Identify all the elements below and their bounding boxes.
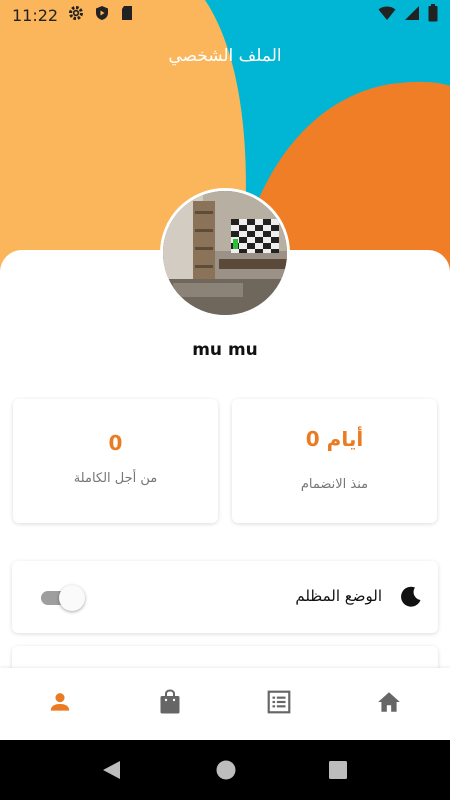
home-circle-icon[interactable] xyxy=(215,759,237,785)
bottom-navigation xyxy=(0,668,450,740)
nav-home[interactable] xyxy=(373,688,405,720)
stat-label: منذ الانضمام xyxy=(300,477,369,492)
stat-value: 0 أيام xyxy=(305,427,364,451)
nav-shop[interactable] xyxy=(154,688,186,720)
system-navigation-bar xyxy=(0,740,450,800)
wifi-icon xyxy=(378,5,396,25)
page-title: الملف الشخصي xyxy=(168,46,282,66)
home-icon xyxy=(376,689,402,719)
stat-label: من أجل الكاملة xyxy=(73,471,158,486)
status-time: 11:22 xyxy=(12,5,59,25)
moon-icon xyxy=(400,586,422,612)
dark-mode-toggle[interactable] xyxy=(41,585,89,611)
dark-mode-label: الوضع المظلم xyxy=(295,587,382,605)
avatar[interactable] xyxy=(160,188,290,318)
shield-play-icon xyxy=(94,5,110,25)
stat-card-completed: 0 من أجل الكاملة xyxy=(13,399,218,523)
nav-profile[interactable] xyxy=(44,688,76,720)
nav-orders[interactable] xyxy=(263,688,295,720)
shopping-bag-icon xyxy=(158,689,182,719)
recents-icon[interactable] xyxy=(328,760,348,784)
battery-icon xyxy=(428,4,438,26)
gear-icon xyxy=(68,5,84,25)
toggle-thumb xyxy=(59,585,85,611)
stat-card-joined: 0 أيام منذ الانضمام xyxy=(232,399,437,523)
status-bar: 11:22 xyxy=(0,0,450,30)
signal-icon xyxy=(404,5,420,25)
username: mu mu xyxy=(192,340,258,360)
list-icon xyxy=(266,689,292,719)
person-icon xyxy=(47,689,73,719)
back-icon[interactable] xyxy=(100,759,122,785)
stat-value: 0 xyxy=(108,431,123,455)
sd-card-icon xyxy=(120,5,134,25)
dark-mode-row[interactable]: الوضع المظلم xyxy=(12,561,438,633)
